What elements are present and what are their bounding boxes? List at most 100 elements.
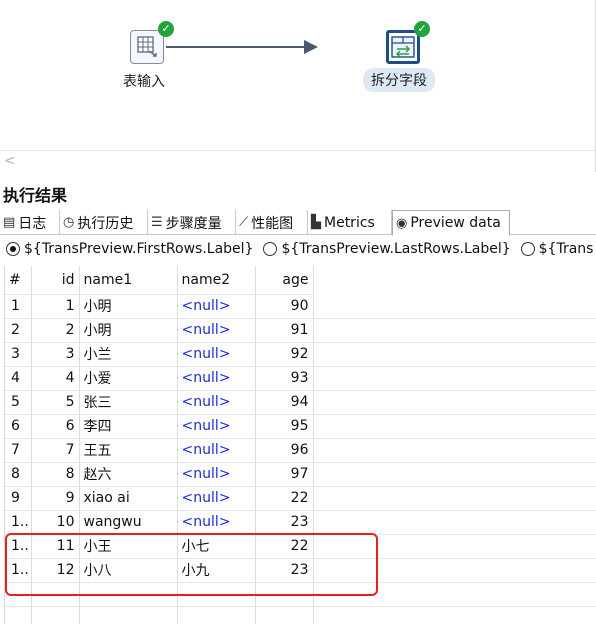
name1-cell[interactable]: 赵六 [79,462,178,487]
age-cell[interactable]: 22 [255,534,314,559]
table-row[interactable]: 7 7 王五 <null> 96 [5,438,314,463]
id-cell[interactable]: 4 [31,366,80,391]
column-header-name2[interactable]: name2 [177,266,256,295]
name1-cell[interactable]: 王五 [79,438,178,463]
row-number-cell[interactable]: 1.. [5,558,32,583]
row-number-cell[interactable]: 6 [5,414,32,439]
name1-cell[interactable]: 小王 [79,534,178,559]
row-number-cell[interactable]: 8 [5,462,32,487]
table-row[interactable]: 1.. 12 小八 小九 23 [5,558,314,583]
table-row[interactable]: 8 8 赵六 <null> 97 [5,462,314,487]
table-row[interactable]: 5 5 张三 <null> 94 [5,390,314,415]
age-cell[interactable]: 97 [255,462,314,487]
tab-preview-data[interactable]: ◉ Preview data [392,210,510,236]
column-header-age[interactable]: age [255,266,314,295]
grid-line [313,534,596,535]
name2-cell[interactable]: <null> [177,366,256,391]
scroll-left-icon[interactable]: < [4,153,16,169]
id-cell[interactable]: 6 [31,414,80,439]
name1-cell[interactable]: 李四 [79,414,178,439]
table-row[interactable]: 1.. 11 小王 小七 22 [5,534,314,559]
id-cell[interactable]: 9 [31,486,80,511]
row-number-cell[interactable]: 3 [5,342,32,367]
id-cell[interactable]: 12 [31,558,80,583]
table-input-step[interactable] [130,30,164,64]
row-number-cell[interactable]: 2 [5,318,32,343]
name2-cell[interactable]: <null> [177,342,256,367]
table-row[interactable]: 2 2 小明 <null> 91 [5,318,314,343]
transformation-canvas[interactable]: ✓ 表输入 ✓ 拆分字段 < [0,0,596,172]
hop-line[interactable] [166,46,312,48]
name2-cell[interactable]: <null> [177,294,256,319]
table-row[interactable]: 9 9 xiao ai <null> 22 [5,486,314,511]
radio-unselected-icon[interactable] [520,242,535,256]
name2-cell[interactable]: <null> [177,438,256,463]
age-cell[interactable]: 90 [255,294,314,319]
name2-cell[interactable]: <null> [177,510,256,535]
radio-last-rows[interactable]: ${TransPreview.LastRows.Label} [263,241,511,257]
name2-cell[interactable]: <null> [177,414,256,439]
age-cell[interactable]: 95 [255,414,314,439]
tab-step-metrics[interactable]: ☰ 步骤度量 [148,210,236,235]
radio-third-option[interactable]: ${Trans [520,241,593,257]
id-cell[interactable]: 7 [31,438,80,463]
id-cell[interactable]: 1 [31,294,80,319]
tab-performance-graph[interactable]: ⟋ 性能图 [236,210,308,235]
id-cell[interactable]: 8 [31,462,80,487]
id-cell[interactable]: 3 [31,342,80,367]
radio-first-rows[interactable]: ${TransPreview.FirstRows.Label} [6,241,253,257]
column-header-name1[interactable]: name1 [79,266,178,295]
radio-unselected-icon[interactable] [263,242,278,256]
name1-cell[interactable]: 小八 [79,558,178,583]
name2-cell[interactable]: 小九 [177,558,256,583]
row-number-cell[interactable]: 9 [5,486,32,511]
id-cell[interactable]: 11 [31,534,80,559]
age-cell[interactable]: 93 [255,366,314,391]
id-cell[interactable]: 2 [31,318,80,343]
row-number-cell[interactable]: 1 [5,294,32,319]
name2-cell[interactable]: <null> [177,318,256,343]
table-row[interactable]: 3 3 小兰 <null> 92 [5,342,314,367]
tab-history[interactable]: ◷ 执行历史 [60,210,148,235]
age-cell[interactable]: 23 [255,510,314,535]
id-cell[interactable]: 10 [31,510,80,535]
row-number-cell[interactable]: 5 [5,390,32,415]
name2-cell[interactable]: 小七 [177,534,256,559]
name1-cell[interactable]: 小明 [79,294,178,319]
name2-cell[interactable]: <null> [177,462,256,487]
tab-metrics[interactable]: ▙ Metrics [308,210,392,235]
step-label-table-input: 表输入 [123,74,165,90]
tab-label: 日志 [18,215,47,232]
name1-cell[interactable]: wangwu [79,510,178,535]
table-row[interactable]: 1.. 10 wangwu <null> 23 [5,510,314,535]
table-row[interactable]: 1 1 小明 <null> 90 [5,294,314,319]
row-number-cell[interactable]: 4 [5,366,32,391]
split-fields-step[interactable] [386,30,420,64]
row-number-cell[interactable]: 1.. [5,510,32,535]
column-header-id[interactable]: id [31,266,80,295]
name1-cell[interactable]: 小爱 [79,366,178,391]
name1-cell[interactable]: xiao ai [79,486,178,511]
name1-cell[interactable]: 小明 [79,318,178,343]
age-cell[interactable]: 23 [255,558,314,583]
table-row[interactable]: 4 4 小爱 <null> 93 [5,366,314,391]
row-number-cell[interactable]: 7 [5,438,32,463]
id-cell[interactable]: 5 [31,390,80,415]
age-cell[interactable]: 94 [255,390,314,415]
row-number-cell[interactable]: 1.. [5,534,32,559]
age-cell[interactable]: 22 [255,486,314,511]
name2-cell[interactable]: <null> [177,486,256,511]
empty-cell [5,606,32,624]
age-cell[interactable]: 96 [255,438,314,463]
age-cell[interactable]: 91 [255,318,314,343]
radio-selected-icon[interactable] [6,242,20,256]
name1-cell[interactable]: 小兰 [79,342,178,367]
age-cell[interactable]: 92 [255,342,314,367]
column-header-rownum[interactable]: # [5,266,32,295]
preview-data-grid[interactable]: # id name1 name2 age 1 1 小明 <null> 90 2 2 小明 <nu… [4,266,596,624]
tab-log[interactable]: ▤ 日志 [0,210,60,235]
name1-cell[interactable]: 张三 [79,390,178,415]
name2-cell[interactable]: <null> [177,390,256,415]
grid-line [313,462,596,463]
table-row[interactable]: 6 6 李四 <null> 95 [5,414,314,439]
